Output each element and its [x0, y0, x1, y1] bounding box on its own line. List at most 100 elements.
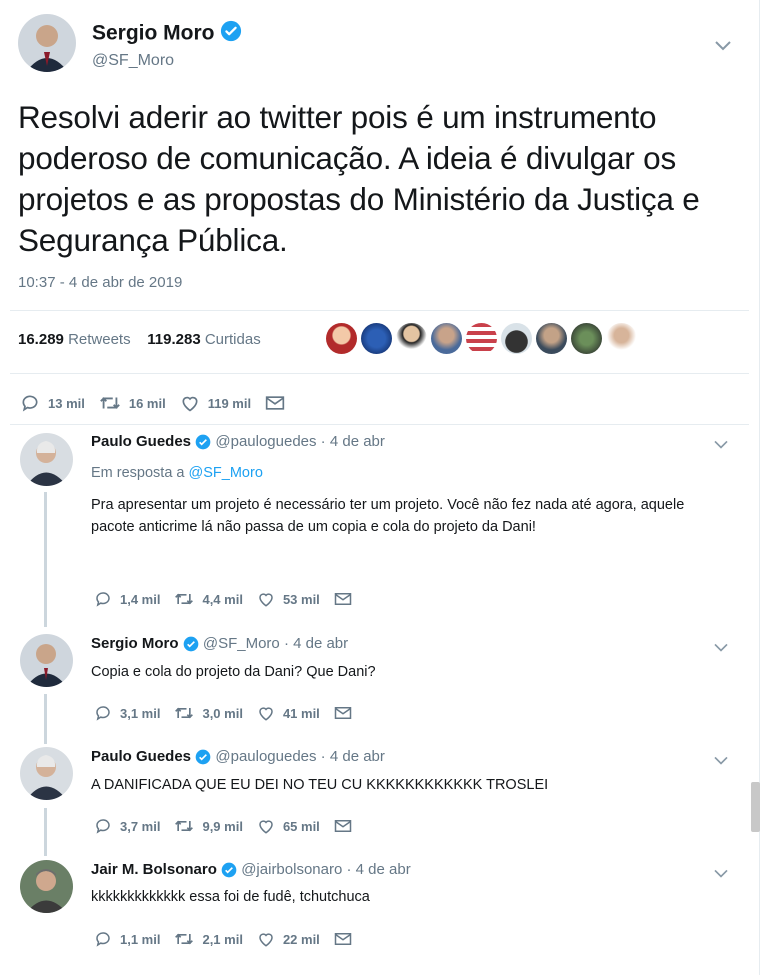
avatar[interactable] — [431, 323, 462, 354]
avatar[interactable] — [396, 323, 427, 354]
chevron-down-icon[interactable] — [714, 38, 732, 57]
avatar[interactable] — [18, 14, 76, 72]
avatar[interactable] — [466, 323, 497, 354]
author-handle[interactable]: @pauloguedes · 4 de abr — [215, 433, 385, 450]
chevron-down-icon[interactable] — [713, 866, 729, 884]
avatar[interactable] — [361, 323, 392, 354]
retweet-icon — [175, 593, 194, 605]
dm-button[interactable] — [334, 931, 360, 947]
tweet-timestamp[interactable]: 10:37 - 4 de abr de 2019 — [18, 274, 182, 291]
reply-text: A DANIFICADA QUE EU DEI NO TEU CU KKKKKK… — [91, 777, 549, 793]
avatar[interactable] — [536, 323, 567, 354]
author-name[interactable]: Sergio Moro — [91, 635, 179, 652]
like-button[interactable]: 22 mil — [257, 930, 320, 948]
dm-button[interactable] — [334, 818, 360, 834]
dm-button[interactable] — [265, 394, 293, 412]
chevron-down-icon[interactable] — [713, 640, 729, 658]
envelope-icon — [334, 820, 352, 832]
envelope-icon — [334, 933, 352, 945]
reply-header: Sergio Moro @SF_Moro · 4 de abr — [91, 635, 348, 652]
retweet-button[interactable]: 4,4 mil — [174, 590, 243, 608]
envelope-icon — [265, 396, 285, 410]
retweet-button[interactable]: 2,1 mil — [174, 930, 243, 948]
avatar[interactable] — [20, 433, 73, 486]
envelope-icon — [334, 593, 352, 605]
tweet-thread: Sergio Moro @SF_Moro Resolvi aderir ao t… — [0, 0, 760, 975]
avatar[interactable] — [20, 747, 73, 800]
avatar[interactable] — [501, 323, 532, 354]
retweet-icon — [100, 397, 120, 409]
tweet-text: Resolvi aderir ao twitter pois é um inst… — [18, 99, 700, 258]
like-button[interactable]: 41 mil — [257, 704, 320, 722]
tweet-actions: 13 mil 16 mil 119 mil — [20, 393, 307, 413]
reply-header: Jair M. Bolsonaro @jairbolsonaro · 4 de … — [91, 861, 411, 878]
chevron-down-icon[interactable] — [713, 753, 729, 771]
retweet-button[interactable]: 3,0 mil — [174, 704, 243, 722]
reply-text: kkkkkkkkkkkkk essa foi de fudê, tchutchu… — [91, 889, 370, 905]
author-name[interactable]: Sergio Moro — [92, 20, 242, 48]
verified-badge-icon — [220, 20, 242, 48]
reply-button[interactable]: 1,4 mil — [94, 590, 160, 608]
verified-badge-icon — [183, 636, 199, 652]
avatar[interactable] — [326, 323, 357, 354]
reply-header: Paulo Guedes @pauloguedes · 4 de abr — [91, 748, 385, 765]
mention-link[interactable]: @SF_Moro — [189, 465, 263, 481]
verified-badge-icon — [195, 434, 211, 450]
dm-button[interactable] — [334, 591, 360, 607]
envelope-icon — [334, 707, 352, 719]
like-button[interactable]: 65 mil — [257, 817, 320, 835]
divider — [10, 310, 749, 311]
reply-button[interactable]: 1,1 mil — [94, 930, 160, 948]
reply-button[interactable]: 13 mil — [20, 393, 85, 413]
reply-icon — [96, 819, 110, 834]
author-name[interactable]: Jair M. Bolsonaro — [91, 861, 217, 878]
author-name[interactable]: Paulo Guedes — [91, 433, 191, 450]
reply-actions: 1,1 mil 2,1 mil 22 mil — [94, 930, 374, 948]
like-button[interactable]: 119 mil — [180, 393, 251, 413]
reply-icon — [96, 932, 110, 947]
avatar[interactable] — [20, 860, 73, 913]
reply-actions: 1,4 mil 4,4 mil 53 mil — [94, 590, 374, 608]
reply-icon — [22, 395, 38, 412]
heart-icon — [182, 396, 198, 412]
engagement-stats: 16.289 Retweets 119.283 Curtidas — [18, 331, 261, 348]
reply-actions: 3,1 mil 3,0 mil 41 mil — [94, 704, 374, 722]
reply-button[interactable]: 3,7 mil — [94, 817, 160, 835]
heart-icon — [259, 707, 273, 721]
reply-header: Paulo Guedes @pauloguedes · 4 de abr — [91, 433, 385, 450]
chevron-down-icon[interactable] — [713, 437, 729, 455]
reply-button[interactable]: 3,1 mil — [94, 704, 160, 722]
scrollbar[interactable] — [751, 782, 760, 832]
divider — [10, 424, 749, 425]
heart-icon — [259, 933, 273, 947]
avatar[interactable] — [571, 323, 602, 354]
reply-context: Em resposta a @SF_Moro — [91, 465, 263, 481]
author-name[interactable]: Paulo Guedes — [91, 748, 191, 765]
retweet-icon — [175, 707, 194, 719]
thread-connector — [44, 694, 47, 744]
retweet-button[interactable]: 16 mil — [99, 393, 166, 413]
dm-button[interactable] — [334, 705, 360, 721]
verified-badge-icon — [195, 749, 211, 765]
author-handle[interactable]: @pauloguedes · 4 de abr — [215, 748, 385, 765]
reply-actions: 3,7 mil 9,9 mil 65 mil — [94, 817, 374, 835]
heart-icon — [259, 820, 273, 834]
reply-text: Pra apresentar um projeto é necessário t… — [91, 497, 685, 535]
avatar[interactable] — [20, 634, 73, 687]
thread-connector — [44, 808, 47, 856]
verified-badge-icon — [221, 862, 237, 878]
reply-text: Copia e cola do projeto da Dani? Que Dan… — [91, 664, 376, 680]
author-handle[interactable]: @SF_Moro — [92, 52, 174, 70]
author-handle[interactable]: @jairbolsonaro · 4 de abr — [241, 861, 410, 878]
retweets-stat[interactable]: 16.289 Retweets — [18, 331, 131, 348]
reply-icon — [96, 592, 110, 607]
liker-avatars — [326, 323, 637, 354]
retweet-icon — [175, 820, 194, 832]
retweet-button[interactable]: 9,9 mil — [174, 817, 243, 835]
thread-connector — [44, 492, 47, 627]
likes-stat[interactable]: 119.283 Curtidas — [147, 331, 260, 348]
author-handle[interactable]: @SF_Moro · 4 de abr — [203, 635, 348, 652]
avatar[interactable] — [606, 323, 637, 354]
like-button[interactable]: 53 mil — [257, 590, 320, 608]
reply-icon — [96, 706, 110, 721]
